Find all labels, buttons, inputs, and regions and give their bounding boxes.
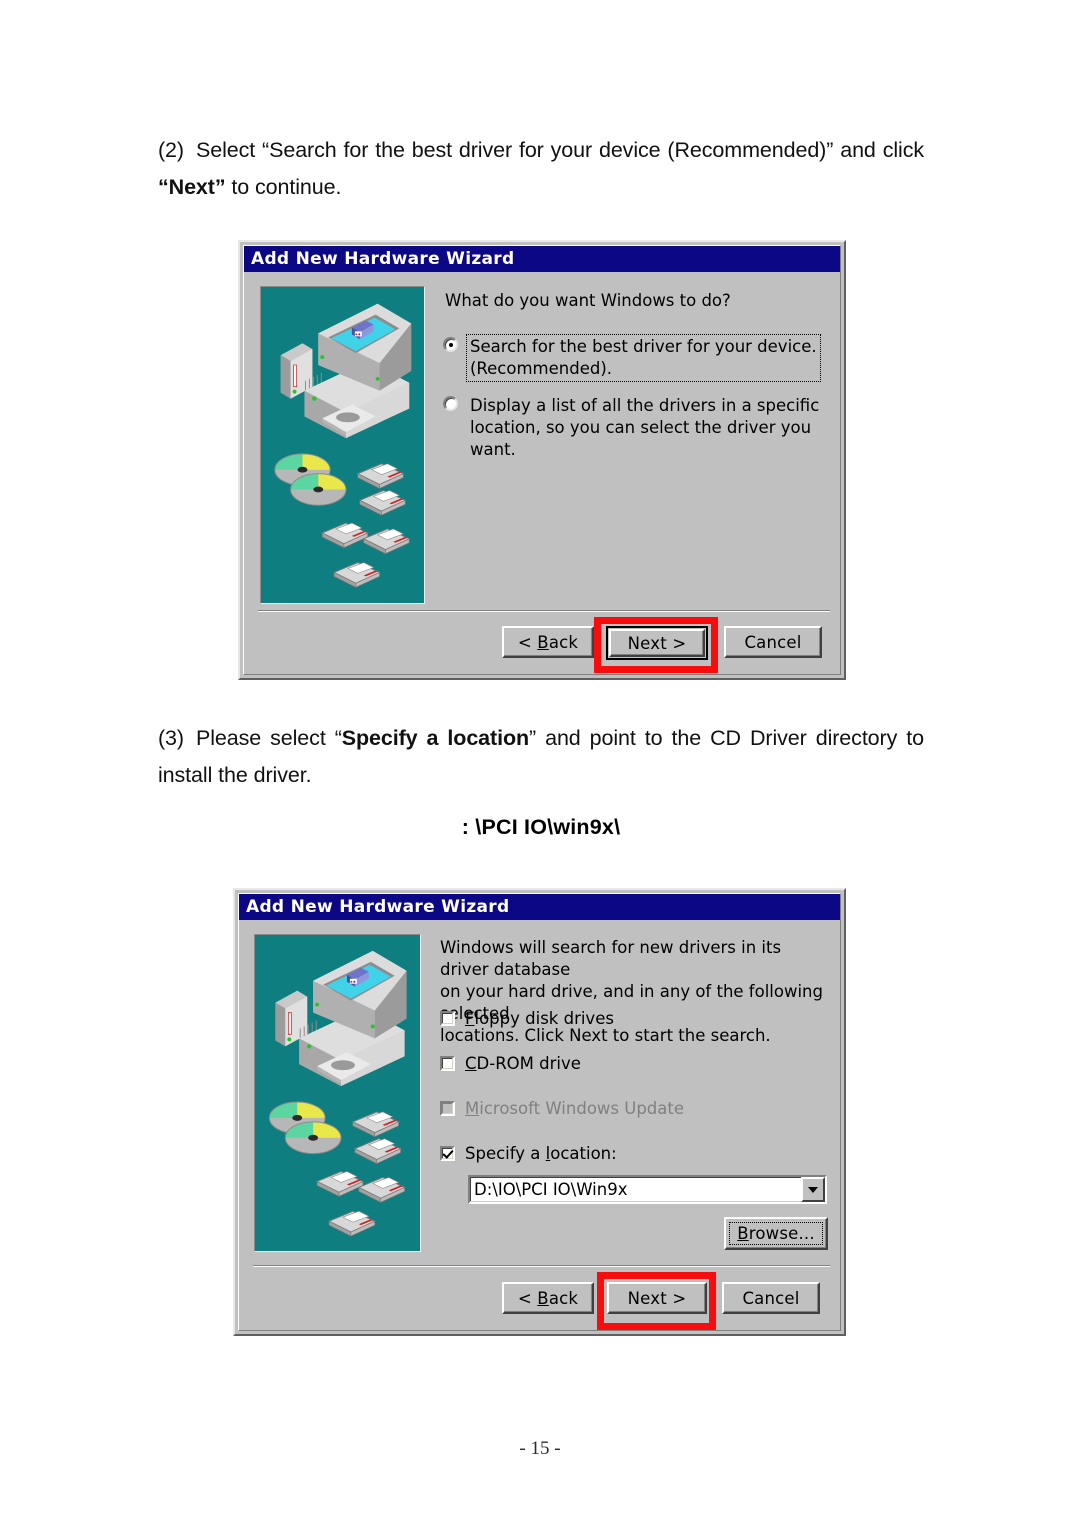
radio-line-2: location, so you can select the driver y… bbox=[470, 418, 812, 459]
back-button-label: < Back bbox=[517, 632, 579, 652]
add-new-hardware-wizard-dialog-step2[interactable]: Add New Hardware Wizard What do you want… bbox=[238, 240, 846, 680]
label-rest: D-ROM drive bbox=[476, 1054, 581, 1073]
label-prefix: Specify a bbox=[465, 1144, 546, 1163]
step-3-text-before: Please select “ bbox=[195, 726, 342, 750]
checkbox-microsoft-windows-update: Microsoft Windows Update bbox=[440, 1098, 684, 1120]
label-rest: ocation: bbox=[550, 1144, 617, 1163]
radio-display-driver-list-indicator[interactable] bbox=[443, 396, 458, 411]
illustration-svg bbox=[261, 287, 424, 603]
mnemonic-letter: B bbox=[737, 1224, 749, 1243]
label-rest: loppy disk drives bbox=[474, 1009, 614, 1028]
back-button[interactable]: < Back bbox=[502, 1282, 594, 1314]
next-button-face: Next > bbox=[609, 629, 705, 657]
location-combobox-value[interactable]: D:\IO\PCI IO\Win9x bbox=[470, 1180, 801, 1199]
dialog-title-text: Add New Hardware Wizard bbox=[246, 897, 510, 917]
back-button-label: < Back bbox=[517, 1288, 579, 1308]
cancel-button-label: Cancel bbox=[744, 632, 802, 652]
computer-illustration-panel bbox=[254, 934, 421, 1252]
add-new-hardware-wizard-dialog-step3[interactable]: Add New Hardware Wizard Windows will sea… bbox=[233, 888, 846, 1336]
location-combobox[interactable]: D:\IO\PCI IO\Win9x bbox=[468, 1175, 827, 1204]
step-3-number: (3) bbox=[158, 726, 184, 750]
dialog-title-bar: Add New Hardware Wizard bbox=[244, 246, 840, 272]
browse-button[interactable]: Browse... bbox=[724, 1217, 828, 1250]
checkbox-microsoft-windows-update-label: Microsoft Windows Update bbox=[465, 1098, 684, 1120]
step-2-bold-next: “Next” bbox=[158, 175, 226, 199]
dialog-title-text: Add New Hardware Wizard bbox=[251, 249, 515, 269]
illustration-svg bbox=[255, 935, 420, 1251]
checkbox-cd-rom-drive-label: CD-ROM drive bbox=[465, 1053, 581, 1075]
step-2-text-after: to continue. bbox=[225, 175, 342, 199]
radio-display-driver-list-label: Display a list of all the drivers in a s… bbox=[467, 394, 828, 462]
radio-line-1: Display a list of all the drivers in a s… bbox=[470, 396, 820, 415]
browse-button-label: Browse... bbox=[737, 1224, 815, 1243]
checkbox-specify-a-location-box[interactable] bbox=[440, 1146, 455, 1161]
radio-line-1: Search for the best driver for your devi… bbox=[470, 337, 817, 356]
radio-option-display-driver-list[interactable]: Display a list of all the drivers in a s… bbox=[443, 394, 828, 462]
step-3-paragraph: (3) Please select “Specify a location” an… bbox=[158, 720, 924, 794]
checkbox-floppy-disk-drives-box[interactable] bbox=[440, 1011, 455, 1026]
dialog1-separator bbox=[258, 610, 830, 612]
next-button-label: Next > bbox=[627, 633, 687, 653]
dialog2-separator bbox=[253, 1265, 830, 1267]
next-button[interactable]: Next > bbox=[607, 1282, 707, 1314]
mnemonic-letter: F bbox=[465, 1009, 475, 1028]
chevron-down-icon[interactable] bbox=[801, 1177, 825, 1202]
dialog2-prompt-line-1: Windows will search for new drivers in i… bbox=[440, 938, 782, 979]
computer-illustration-panel bbox=[260, 286, 425, 604]
step-2-number: (2) bbox=[158, 138, 184, 162]
step-2-text-before: Select “Search for the best driver for y… bbox=[195, 138, 924, 162]
checkbox-specify-a-location[interactable]: Specify a location: bbox=[440, 1143, 617, 1165]
radio-line-2: (Recommended). bbox=[470, 359, 613, 378]
checkbox-specify-a-location-label: Specify a location: bbox=[465, 1143, 617, 1165]
dialog1-prompt: What do you want Windows to do? bbox=[445, 291, 731, 310]
checkbox-cd-rom-drive[interactable]: CD-ROM drive bbox=[440, 1053, 581, 1075]
mnemonic-letter: C bbox=[465, 1054, 477, 1073]
checkbox-floppy-disk-drives[interactable]: Floppy disk drives bbox=[440, 1008, 614, 1030]
radio-search-best-driver-label: Search for the best driver for your devi… bbox=[466, 334, 821, 382]
dialog2-prompt: Windows will search for new drivers in i… bbox=[440, 937, 832, 1047]
radio-option-search-best-driver[interactable]: Search for the best driver for your devi… bbox=[443, 334, 828, 382]
checkbox-cd-rom-drive-box[interactable] bbox=[440, 1056, 455, 1071]
back-button[interactable]: < Back bbox=[502, 626, 594, 658]
mnemonic-letter: M bbox=[465, 1099, 480, 1118]
step-2-paragraph: (2) Select “Search for the best driver fo… bbox=[158, 132, 924, 206]
cancel-button-label: Cancel bbox=[742, 1288, 800, 1308]
cancel-button[interactable]: Cancel bbox=[722, 1282, 820, 1314]
next-button-label: Next > bbox=[627, 1288, 687, 1308]
next-button[interactable]: Next > bbox=[606, 626, 708, 660]
checkbox-microsoft-windows-update-box bbox=[440, 1101, 455, 1116]
dialog-title-bar: Add New Hardware Wizard bbox=[239, 894, 840, 920]
radio-search-best-driver-indicator[interactable] bbox=[443, 337, 458, 352]
step-3-bold-specify-location: Specify a location bbox=[341, 726, 530, 750]
checkbox-floppy-disk-drives-label: Floppy disk drives bbox=[465, 1008, 614, 1030]
cancel-button[interactable]: Cancel bbox=[724, 626, 822, 658]
page-number: - 15 - bbox=[519, 1438, 561, 1459]
label-rest: icrosoft Windows Update bbox=[479, 1099, 685, 1118]
cd-driver-path-note: : \PCI IO\win9x\ bbox=[461, 815, 621, 839]
